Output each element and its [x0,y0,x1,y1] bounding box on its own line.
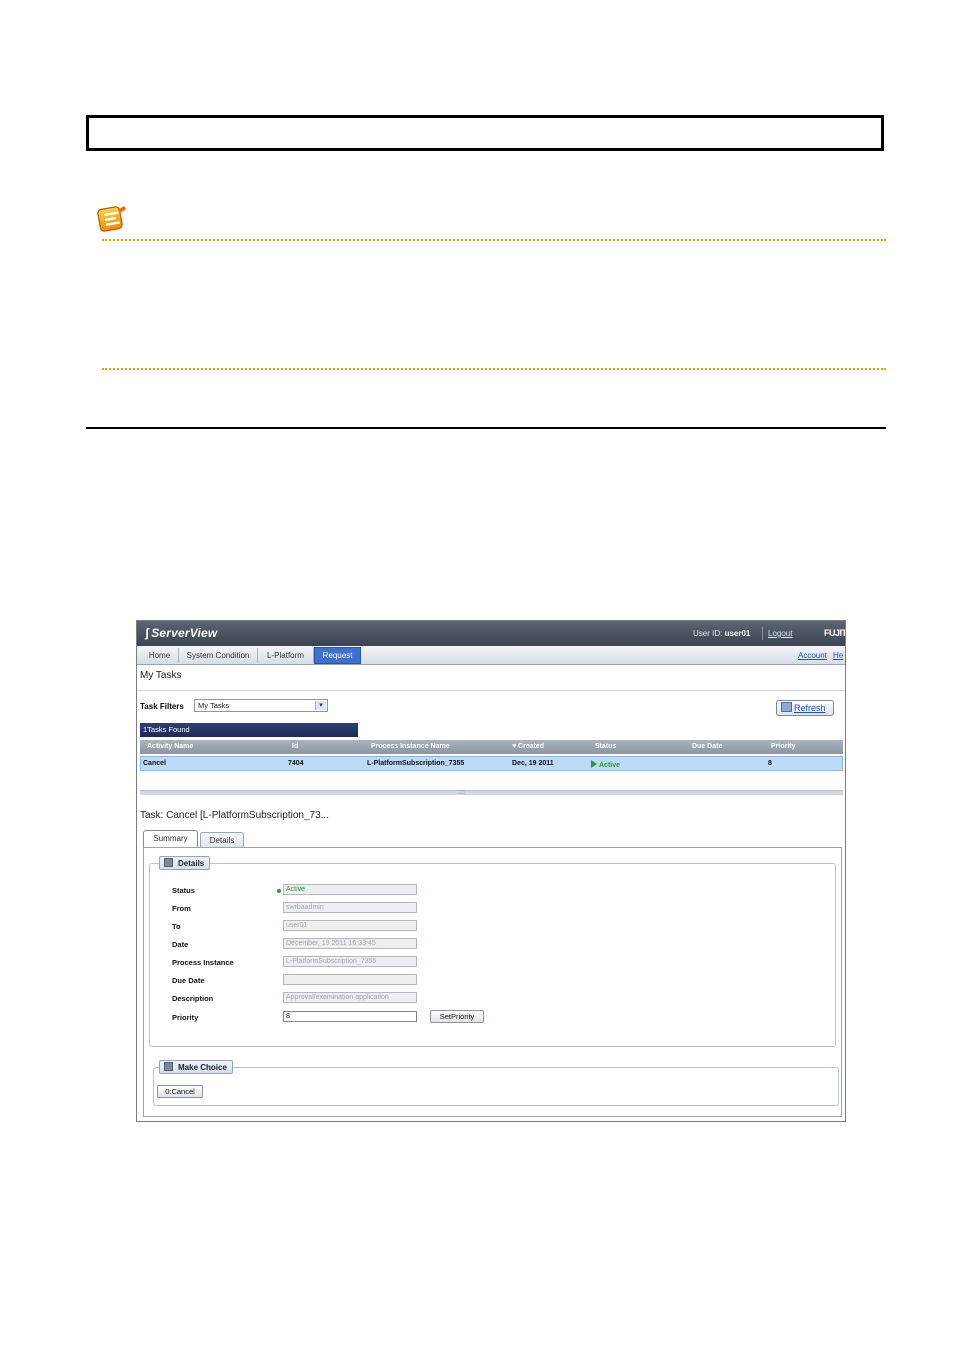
help-link[interactable]: He [833,651,843,660]
due-date-field [283,974,417,985]
tab-home[interactable]: Home [141,648,179,663]
details-fieldset [149,863,836,1047]
header-separator [762,627,763,640]
set-priority-button[interactable]: SetPriority [430,1010,484,1023]
tasks-found-header: 1Tasks Found [140,723,358,737]
priority-input[interactable]: 8 [283,1011,417,1022]
collapse-icon [164,1062,173,1071]
note-top-rule [102,239,886,241]
main-nav: Home System Condition L-Platform Request [137,646,845,665]
cell-process: L-PlatformSubscription_7355 [367,760,465,767]
col-id[interactable]: Id [292,743,298,750]
col-process-instance-name[interactable]: Process Instance Name [371,743,450,750]
cell-priority: 8 [768,760,772,767]
status-field: Active [283,884,417,895]
pane-splitter[interactable]: :::: [140,789,843,796]
col-due-date[interactable]: Due Date [692,743,722,750]
make-choice-legend[interactable]: Make Choice [159,1060,233,1074]
to-field: user01 [283,920,417,931]
date-label: Date [172,940,189,949]
from-label: From [172,904,191,913]
due-date-label: Due Date [172,976,205,985]
col-created[interactable]: ▼Created [511,743,544,750]
status-dot-icon [277,889,281,893]
col-status[interactable]: Status [595,743,616,750]
tab-system-condition[interactable]: System Condition [179,648,258,663]
serverview-logo: ʃ ServerView [145,626,218,640]
summary-panel: Details Status Active From swrbaadmin To… [143,847,842,1117]
status-label: Status [172,886,195,895]
task-table-header: Activity Name Id Process Instance Name ▼… [140,740,843,754]
user-id-display: User ID: user01 [693,629,751,638]
play-icon [591,760,597,768]
cell-created: Dec, 19 2011 [512,760,554,767]
description-field: Approval/examination application [283,992,417,1003]
tab-l-platform[interactable]: L-Platform [258,648,314,663]
process-instance-field: L-PlatformSubscription_7355 [283,956,417,967]
sort-desc-icon: ▼ [511,743,518,750]
page-title: My Tasks [140,670,182,681]
note-bottom-rule [102,368,886,370]
task-title: Task: Cancel [L-PlatformSubscription_73.… [140,810,329,821]
task-filters-label: Task Filters [140,702,184,711]
col-activity-name[interactable]: Activity Name [147,743,193,750]
cell-id: 7404 [288,760,304,767]
chevron-down-icon[interactable]: ▾ [315,701,326,710]
tab-details[interactable]: Details [200,832,244,848]
account-link[interactable]: Account [798,651,827,660]
tab-summary[interactable]: Summary [143,830,198,848]
process-instance-label: Process Instance [172,958,234,967]
cancel-choice-button[interactable]: 0:Cancel [157,1085,203,1098]
document-heading-box [86,115,884,151]
tab-request[interactable]: Request [314,647,361,664]
task-filter-value: My Tasks [198,701,230,710]
date-field: December, 19 2011 16:33:45 [283,938,417,949]
cell-status: Active [591,760,620,769]
make-choice-fieldset [153,1067,839,1106]
title-divider [137,690,845,691]
fujitsu-logo: FUJITSU [824,628,846,638]
cell-activity: Cancel [143,760,166,767]
description-label: Description [172,994,214,1003]
to-label: To [172,922,181,931]
splitter-grip-icon: :::: [458,789,466,796]
task-filter-select[interactable]: My Tasks ▾ [194,699,328,712]
collapse-icon [164,858,173,867]
logout-link[interactable]: Logout [768,629,792,638]
from-field: swrbaadmin [283,902,417,913]
serverview-window: ʃ ServerView User ID: user01 Logout FUJIT… [136,620,846,1122]
refresh-label: Refresh [794,703,826,713]
priority-label: Priority [172,1013,199,1022]
note-icon [97,206,126,232]
header-bar: ʃ ServerView User ID: user01 Logout FUJIT… [137,621,845,646]
refresh-icon [781,702,792,712]
refresh-button[interactable]: Refresh [776,700,834,716]
table-row[interactable]: Cancel 7404 L-PlatformSubscription_7355 … [140,756,843,771]
details-legend[interactable]: Details [159,856,211,870]
section-divider [86,427,886,429]
col-priority[interactable]: Priority [771,743,796,750]
